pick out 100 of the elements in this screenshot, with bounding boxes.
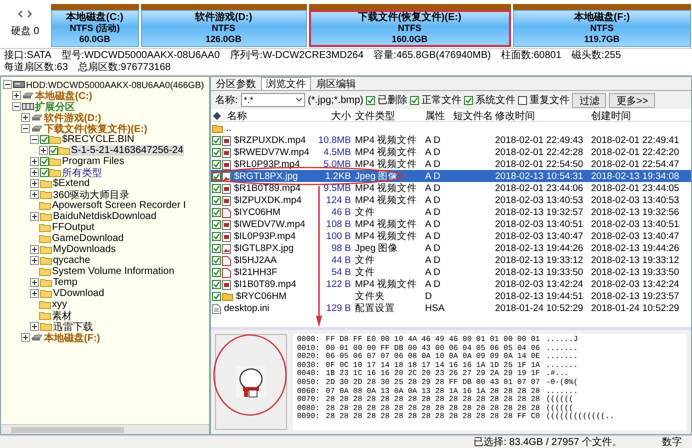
disk-info: 每道扇区数:63 (4, 62, 68, 74)
disk-info: 接口:SATA (4, 50, 52, 62)
file-attributes: A D (424, 279, 442, 290)
file-row[interactable]: $RZPUXDK.mp4 10.8MB MP4 视频文件 A D 2018-02-01 22:49:43 2018-02-01 22:49:41 (211, 134, 691, 146)
tree-item[interactable]: GameDownload (51, 233, 125, 244)
column-header[interactable]: 修改时间 (493, 109, 537, 123)
tree-item[interactable]: 迅雷下载 (52, 320, 94, 334)
file-row[interactable]: $I1B0T89.mp4 122 B MP4 视频文件 A D 2018-02-03 13:42:24 2018-02-03 13:42:24 (211, 278, 691, 290)
column-header[interactable]: 属性 (423, 109, 447, 123)
file-row[interactable]: $IGTL8PX.jpg 98 B Jpeg 图像 A D 2018-02-13 19:44:26 2018-02-13 19:44:26 (211, 242, 691, 254)
tree-item[interactable]: 本地磁盘(F:) (43, 330, 102, 344)
file-row[interactable]: $RL0P93P.mp4 5.0MB MP4 视频文件 A D 2018-02-01 22:54:50 2018-02-01 22:54:47 (211, 158, 691, 170)
modified-time: 2018-02-13 19:44:51 (494, 291, 584, 302)
partition-block[interactable]: 本地磁盘(C:) NTFS (活动) 60.0GB (51, 4, 139, 47)
file-row[interactable]: $IYC06HM 46 B 文件 A D 2018-02-13 19:32:57 2018-02-13 19:32:56 (211, 206, 691, 218)
file-attributes: A D (424, 267, 442, 278)
tree-item[interactable]: 扩展分区 (34, 100, 76, 114)
created-time: 2018-02-01 22:49:41 (590, 135, 680, 146)
file-type: 文件夹 (354, 290, 386, 303)
tree-item[interactable]: 软件游戏(D:) (43, 110, 102, 124)
tree-item[interactable]: VDownload (52, 288, 106, 299)
tree-item[interactable]: 所有类型 (61, 166, 103, 180)
modified-time: 2018-02-03 13:40:51 (494, 219, 584, 230)
tree-item[interactable]: System Volume Information (51, 266, 176, 277)
column-header[interactable]: 创建时间 (589, 109, 633, 123)
tab[interactable]: 分区参数 (211, 77, 261, 90)
modified-time: 2018-02-03 13:42:24 (494, 279, 584, 290)
partition-block[interactable]: 软件游戏(D:) NTFS 126.0GB (140, 4, 307, 47)
tree-item[interactable]: $RECYCLE.BIN (61, 134, 136, 145)
created-time: 2018-02-13 19:23:57 (590, 291, 680, 302)
file-type: MP4 视频文件 (354, 158, 418, 171)
tree-item[interactable]: HDD:WDCWD5000AAKX-08U6AA0(466GB) (25, 80, 206, 90)
file-attributes: A D (424, 219, 442, 230)
created-time: 2018-02-03 13:42:24 (590, 279, 680, 290)
file-row[interactable]: $IL0P93P.mp4 100 B MP4 视频文件 A D 2018-02-03 13:40:47 2018-02-03 13:40:47 (211, 230, 691, 242)
file-size: 44 B (330, 255, 352, 266)
filter-hint: (*.jpg;*.bmp) (308, 94, 364, 106)
tree-item[interactable]: Apowersoft Screen Recorder I (51, 200, 187, 211)
file-name: desktop.ini (223, 303, 270, 314)
tree-item[interactable]: FFOutput (51, 222, 96, 233)
column-header[interactable]: 文件类型 (353, 109, 397, 123)
created-time: 2018-02-13 19:32:56 (590, 207, 680, 218)
partition-block[interactable]: 下载文件(恢复文件)(E:) NTFS 160.0GB (308, 4, 511, 47)
file-row[interactable]: desktop.ini 129 B 配置设置 HSA 2018-01-24 10:52:29 2018-01-24 10:52:29 (211, 302, 691, 314)
filter-option[interactable]: 已删除 (366, 93, 408, 107)
file-attributes: HSA (424, 303, 446, 314)
tree-item[interactable]: BaiduNetdiskDownload (52, 211, 158, 222)
file-row[interactable]: $RWEDV7W.mp4 4.5MB MP4 视频文件 A D 2018-02-01 22:42:28 2018-02-01 22:42:20 (211, 146, 691, 158)
tree-item[interactable]: xyy (51, 299, 68, 310)
modified-time: 2018-02-13 19:33:12 (494, 255, 584, 266)
file-size: 4.5MB (322, 147, 352, 158)
file-name: $I5HJ2AA (233, 255, 278, 266)
file-size: 100 B (325, 231, 352, 242)
tab[interactable]: 浏览文件 (261, 77, 311, 90)
tab[interactable]: 扇区编辑 (311, 77, 361, 90)
file-size: 46 B (330, 207, 352, 218)
tree-item[interactable]: $Extend (52, 178, 91, 189)
file-type: MP4 视频文件 (354, 134, 418, 147)
file-type: Jpeg 图像 (354, 242, 400, 255)
file-size: 54 B (330, 267, 352, 278)
file-row[interactable]: $RYC06HM 文件夹 D 2018-02-13 19:44:51 2018-02-13 19:23:57 (211, 290, 691, 302)
file-name: $RL0P93P.mp4 (233, 159, 301, 170)
partition-block[interactable]: 本地磁盘(F:) NTFS 119.7GB (512, 4, 692, 47)
filter-option[interactable]: 系统文件 (464, 93, 516, 107)
file-row[interactable]: $I5HJ2AA 44 B 文件 A D 2018-02-13 19:33:12 2018-02-13 19:33:12 (211, 254, 691, 266)
tree-item[interactable]: Program Files (61, 156, 126, 167)
column-header[interactable]: 短文件名 (451, 109, 495, 123)
tree-item[interactable]: 素材 (51, 308, 73, 322)
modified-time: 2018-02-01 22:54:50 (494, 159, 584, 170)
name-field[interactable]: *.* (240, 93, 305, 107)
file-size: 98 B (330, 243, 352, 254)
file-attributes: A D (424, 147, 442, 158)
filter-button[interactable]: 过滤 (572, 92, 606, 108)
file-row[interactable]: $IZPUXDK.mp4 124 B MP4 视频文件 A D 2018-02-03 13:40:53 2018-02-03 13:40:53 (211, 194, 691, 206)
tree-item[interactable]: MyDownloads (52, 244, 117, 255)
file-name: $RWEDV7W.mp4 (233, 147, 310, 158)
column-header[interactable]: 名称 (225, 109, 249, 123)
file-name: $IWEDV7W.mp4 (233, 219, 306, 230)
file-name: $R1B0T89.mp4 (233, 183, 302, 194)
file-attributes: A D (424, 135, 442, 146)
filter-option[interactable]: 重复文件 (518, 93, 570, 107)
file-row[interactable]: .. (211, 122, 691, 134)
modified-time: 2018-01-24 10:52:29 (494, 303, 584, 314)
tree-item[interactable]: Temp (52, 277, 78, 288)
file-attributes: A D (424, 183, 442, 194)
filter-button[interactable]: 更多>> (609, 92, 656, 108)
file-attributes: A D (424, 159, 442, 170)
keyboard-mode: 数字 (662, 436, 682, 448)
file-size: 108 B (325, 219, 352, 230)
file-size: 122 B (325, 279, 352, 290)
filter-option[interactable]: 正常文件 (410, 93, 462, 107)
tree-item[interactable]: 360驱动大师目录 (52, 188, 131, 202)
file-row[interactable]: $R1B0T89.mp4 9.5MB MP4 视频文件 A D 2018-02-01 23:44:06 2018-02-01 23:44:05 (211, 182, 691, 194)
file-row[interactable]: $IWEDV7W.mp4 108 B MP4 视频文件 A D 2018-02-03 13:40:51 2018-02-03 13:40:51 (211, 218, 691, 230)
file-name: $I1B0T89.mp4 (233, 279, 298, 290)
tree-item[interactable]: 本地磁盘(C:) (34, 88, 94, 102)
tree-item[interactable]: qycache (52, 255, 92, 266)
column-header[interactable]: 大小 (329, 109, 353, 123)
tree-item[interactable]: S-1-5-21-4163647256-24 (70, 145, 184, 156)
file-row[interactable]: $I21HH3F 54 B 文件 A D 2018-02-13 19:33:50 2018-02-13 19:33:50 (211, 266, 691, 278)
